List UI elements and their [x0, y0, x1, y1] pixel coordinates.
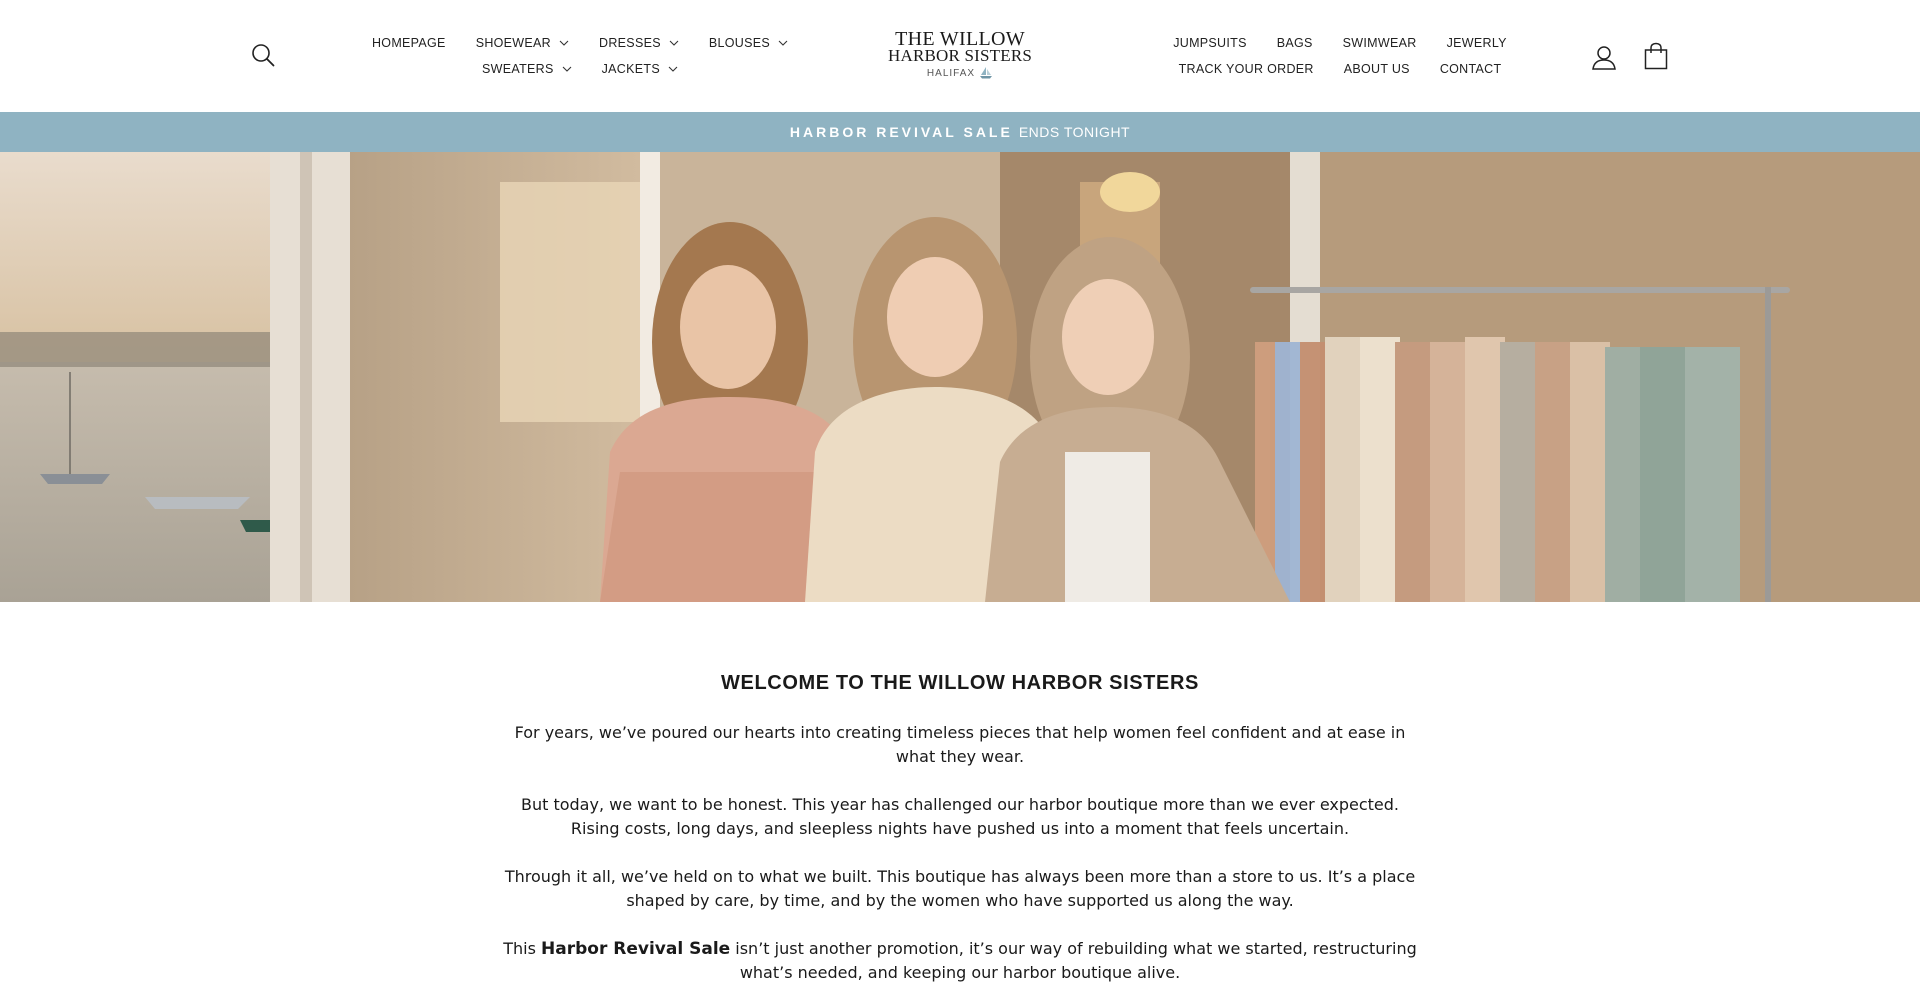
nav-item-homepage[interactable]: HOMEPAGE [372, 36, 446, 50]
search-button[interactable] [250, 42, 276, 68]
nav-item-jewerly[interactable]: JEWERLY [1447, 36, 1507, 50]
nav-item-jackets[interactable]: JACKETS [602, 62, 678, 76]
account-button[interactable] [1591, 44, 1617, 70]
nav-right-row-2: TRACK YOUR ORDER ABOUT US CONTACT [1160, 56, 1520, 82]
welcome-paragraph-4: This Harbor Revival Sale isn’t just anot… [503, 939, 1417, 982]
nav-item-dresses[interactable]: DRESSES [599, 36, 679, 50]
announcement-bar[interactable]: HARBOR REVIVAL SALE ENDS TONIGHT [0, 112, 1920, 152]
chevron-down-icon [562, 66, 572, 72]
nav-left-row-1: HOMEPAGE SHOEWEAR DRESSES BLOUSES [360, 30, 800, 56]
welcome-section: WELCOME TO THE WILLOW HARBOR SISTERS For… [460, 672, 1460, 993]
site-logo[interactable]: THE WILLOW HARBOR SISTERS HALIFAX [860, 29, 1060, 79]
nav-item-blouses[interactable]: BLOUSES [709, 36, 788, 50]
logo-subtitle: HARBOR SISTERS [887, 46, 1033, 65]
nav-item-jumpsuits[interactable]: JUMPSUITS [1173, 36, 1247, 50]
nav-item-sweaters[interactable]: SWEATERS [482, 62, 572, 76]
shopping-bag-icon [1644, 42, 1668, 70]
nav-item-about-us[interactable]: ABOUT US [1344, 62, 1410, 76]
nav-right-row-1: JUMPSUITS BAGS SWIMWEAR JEWERLY [1160, 30, 1520, 56]
hero-image [0, 152, 1920, 602]
announcement-text: ENDS TONIGHT [1018, 124, 1131, 140]
nav-left-row-2: SWEATERS JACKETS [360, 56, 800, 82]
announcement-title: HARBOR REVIVAL SALE [789, 124, 1013, 140]
sailboat-icon [980, 67, 993, 79]
chevron-down-icon [669, 40, 679, 46]
chevron-down-icon [668, 66, 678, 72]
nav-item-swimwear[interactable]: SWIMWEAR [1343, 36, 1417, 50]
welcome-paragraph-2: But today, we want to be honest. This ye… [520, 795, 1400, 838]
nav-item-contact[interactable]: CONTACT [1440, 62, 1502, 76]
cart-button[interactable] [1644, 42, 1668, 70]
logo-location: HALIFAX [860, 67, 1060, 79]
sale-name: Harbor Revival Sale [541, 939, 731, 959]
welcome-paragraph-3: Through it all, we’ve held on to what we… [504, 867, 1416, 910]
chevron-down-icon [778, 40, 788, 46]
chevron-down-icon [559, 40, 569, 46]
main-nav-right: JUMPSUITS BAGS SWIMWEAR JEWERLY TRACK YO… [1160, 30, 1520, 82]
user-icon [1592, 46, 1616, 70]
hero-illustration [0, 152, 1920, 602]
nav-item-shoewear[interactable]: SHOEWEAR [476, 36, 569, 50]
nav-item-track-order[interactable]: TRACK YOUR ORDER [1179, 62, 1314, 76]
welcome-paragraph-1: For years, we’ve poured our hearts into … [514, 723, 1406, 766]
main-nav-left: HOMEPAGE SHOEWEAR DRESSES BLOUSES SWEATE… [360, 30, 800, 82]
nav-item-bags[interactable]: BAGS [1277, 36, 1313, 50]
welcome-heading: WELCOME TO THE WILLOW HARBOR SISTERS [721, 672, 1199, 694]
site-header: HOMEPAGE SHOEWEAR DRESSES BLOUSES SWEATE… [0, 0, 1920, 112]
search-icon [252, 44, 275, 67]
